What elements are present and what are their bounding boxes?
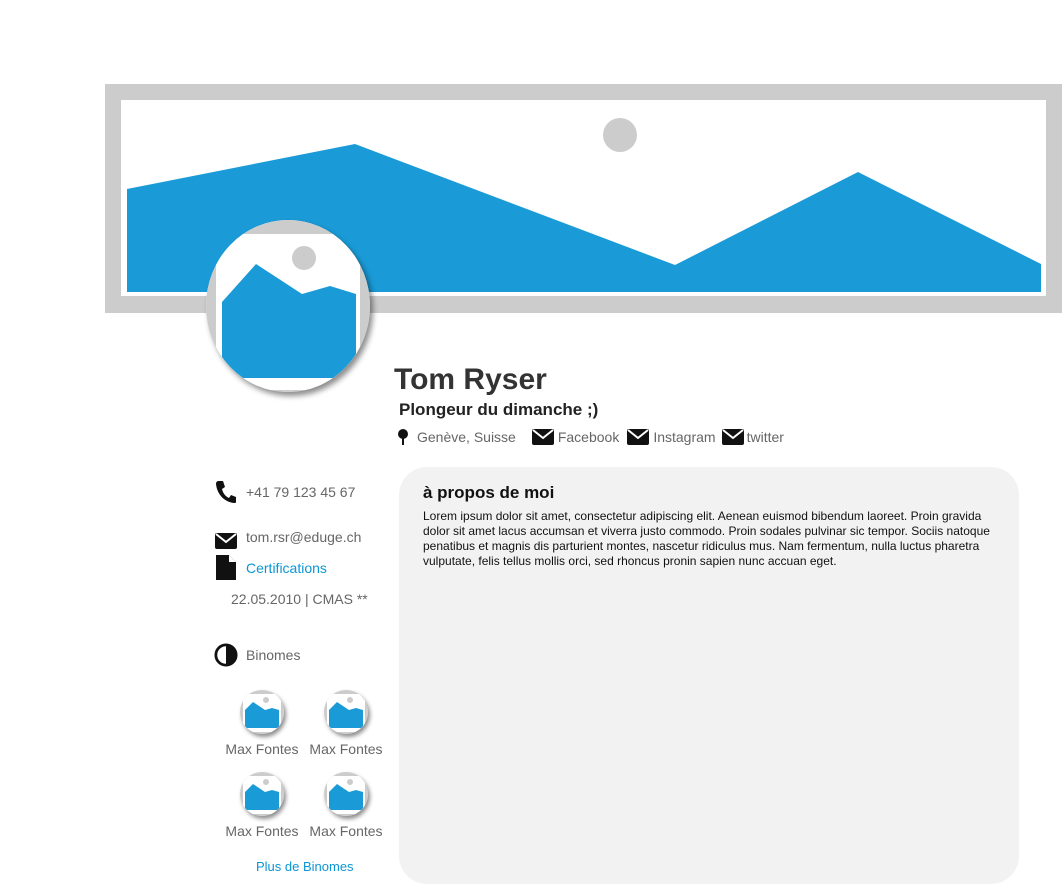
envelope-icon — [531, 429, 554, 445]
binome-card[interactable]: Max Fontes — [306, 772, 386, 839]
instagram-label: Instagram — [653, 429, 716, 445]
phone-icon — [214, 480, 238, 504]
image-placeholder-icon — [240, 772, 284, 816]
envelope-icon — [214, 525, 238, 549]
twitter-label: twitter — [746, 429, 784, 445]
profile-name: Tom Ryser — [394, 363, 547, 396]
email-address: tom.rsr@eduge.ch — [246, 529, 362, 545]
email-row[interactable]: tom.rsr@eduge.ch — [214, 525, 361, 549]
avatar[interactable] — [206, 220, 370, 392]
binomes-row[interactable]: Binomes — [214, 642, 300, 668]
facebook-link[interactable]: Facebook — [531, 429, 620, 445]
binome-avatar — [324, 690, 368, 734]
about-text: Lorem ipsum dolor sit amet, consectetur … — [423, 509, 990, 568]
certifications-row[interactable]: Certifications — [214, 555, 327, 580]
about-title: à propos de moi — [423, 483, 555, 502]
twitter-link[interactable]: twitter — [721, 429, 784, 445]
more-binomes-link[interactable]: Plus de Binomes — [256, 859, 354, 874]
envelope-icon — [627, 429, 650, 445]
profile-tagline: Plongeur du dimanche ;) — [399, 400, 599, 419]
facebook-label: Facebook — [557, 429, 620, 445]
instagram-link[interactable]: Instagram — [627, 429, 716, 445]
binome-avatar — [324, 772, 368, 816]
location: Genève, Suisse — [397, 428, 516, 446]
certifications-link[interactable]: Certifications — [246, 560, 327, 576]
image-placeholder-icon — [324, 772, 368, 816]
binome-card[interactable]: Max Fontes — [222, 772, 302, 839]
binome-avatar — [240, 690, 284, 734]
binome-name: Max Fontes — [309, 823, 383, 839]
image-placeholder-icon — [324, 690, 368, 734]
certification-entry: 22.05.2010 | CMAS ** — [231, 591, 368, 607]
phone-number: +41 79 123 45 67 — [246, 484, 356, 500]
profile-links: Genève, Suisse Facebook Instagram twitte… — [397, 428, 784, 446]
binome-card[interactable]: Max Fontes — [222, 690, 302, 757]
binomes-label: Binomes — [246, 647, 301, 663]
binome-name: Max Fontes — [225, 741, 299, 757]
image-placeholder-icon — [240, 690, 284, 734]
binome-card[interactable]: Max Fontes — [306, 690, 386, 757]
document-icon — [214, 555, 238, 580]
envelope-icon — [721, 429, 744, 445]
binome-name: Max Fontes — [225, 823, 299, 839]
phone-row[interactable]: +41 79 123 45 67 — [214, 480, 355, 504]
image-placeholder-icon — [206, 220, 370, 392]
map-pin-icon — [397, 428, 409, 446]
binome-name: Max Fontes — [309, 741, 383, 757]
about-card: à propos de moi Lorem ipsum dolor sit am… — [399, 467, 1019, 884]
location-text: Genève, Suisse — [417, 429, 516, 445]
binome-avatar — [240, 772, 284, 816]
half-circle-icon — [214, 642, 238, 668]
